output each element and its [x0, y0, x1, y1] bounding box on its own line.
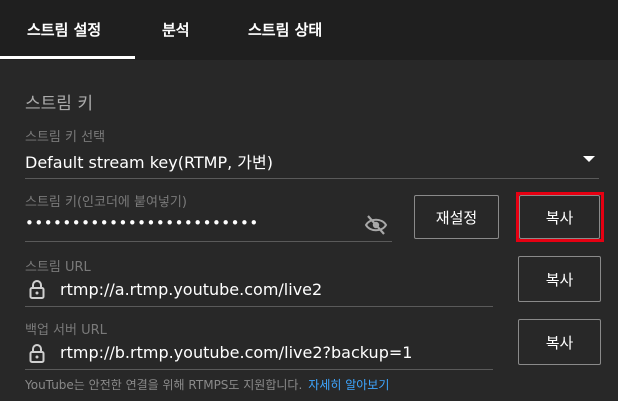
backup-url-field[interactable]: rtmp://b.rtmp.youtube.com/live2?backup=1: [60, 343, 412, 362]
select-underline: [25, 178, 599, 179]
tab-stream-settings[interactable]: 스트림 설정: [27, 19, 101, 43]
highlight-box: [516, 192, 604, 242]
active-tab-indicator: [0, 56, 135, 59]
tab-stream-status[interactable]: 스트림 상태: [248, 19, 322, 43]
copy-backup-url-button[interactable]: 복사: [518, 319, 601, 365]
eye-off-icon[interactable]: [364, 214, 388, 236]
chevron-down-icon: [583, 156, 595, 162]
tab-analytics[interactable]: 분석: [162, 19, 190, 43]
stream-url-underline: [25, 306, 493, 307]
learn-more-link[interactable]: 자세히 알아보기: [308, 378, 389, 392]
section-title: 스트림 키: [25, 94, 93, 114]
rtmps-note-text: YouTube는 안전한 연결을 위해 RTMPS도 지원합니다.: [25, 378, 303, 392]
backup-url-label: 백업 서버 URL: [25, 323, 107, 338]
backup-url-underline: [25, 369, 493, 370]
stream-key-label: 스트림 키(인코더에 붙여넣기): [25, 195, 187, 210]
tab-bar: 스트림 설정 분석 스트림 상태: [0, 0, 618, 60]
stream-key-underline: [25, 241, 392, 242]
stream-key-select-label: 스트림 키 선택: [25, 130, 106, 145]
lock-icon: [29, 344, 45, 363]
stream-key-select-value: Default stream key(RTMP, 가변): [25, 153, 273, 172]
stream-settings-panel: 스트림 설정 분석 스트림 상태 스트림 키 스트림 키 선택 Default …: [0, 0, 618, 401]
rtmps-note: YouTube는 안전한 연결을 위해 RTMPS도 지원합니다. 자세히 알아보…: [25, 376, 389, 393]
stream-key-select[interactable]: 스트림 키 선택 Default stream key(RTMP, 가변): [25, 126, 599, 178]
copy-stream-url-button[interactable]: 복사: [518, 256, 601, 302]
lock-icon: [29, 280, 45, 299]
reset-stream-key-button[interactable]: 재설정: [414, 195, 499, 239]
stream-url-field[interactable]: rtmp://a.rtmp.youtube.com/live2: [60, 280, 322, 299]
stream-key-field[interactable]: •••••••••••••••••••••••••: [25, 214, 259, 232]
stream-url-label: 스트림 URL: [25, 260, 91, 275]
